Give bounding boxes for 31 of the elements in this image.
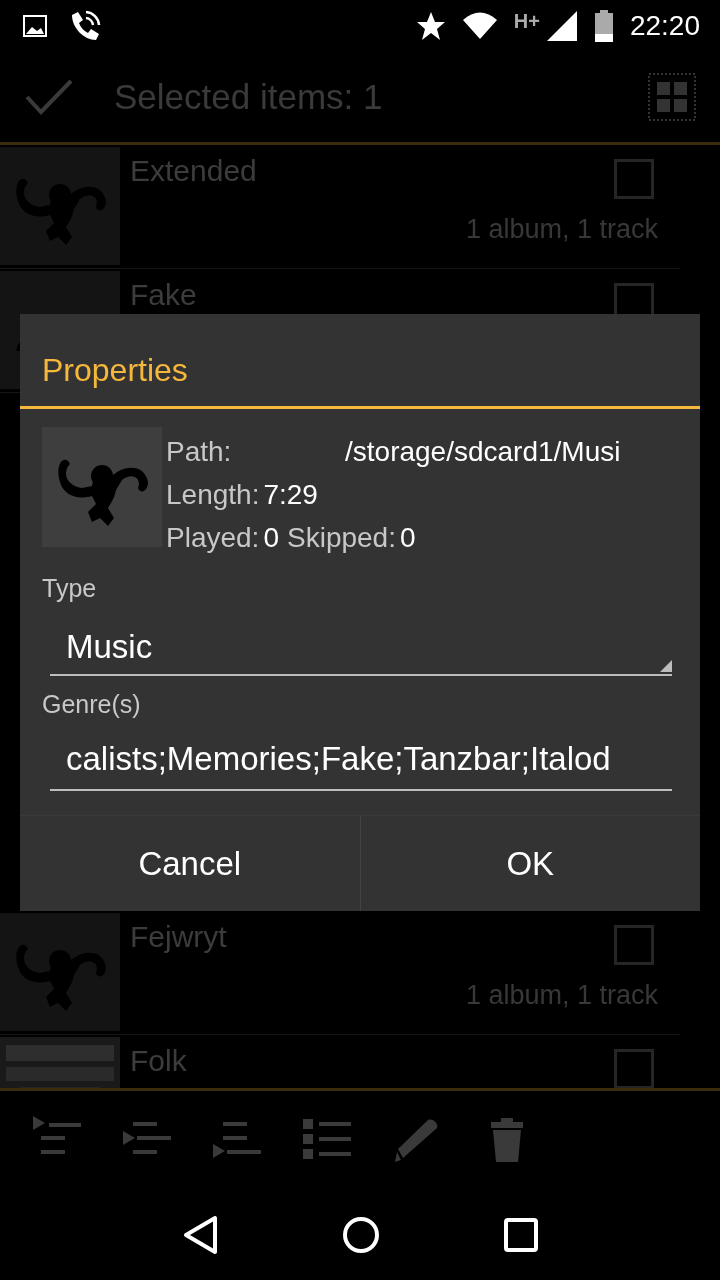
image-icon [22,14,48,38]
screen-title: Selected items: 1 [114,75,384,118]
info-value: /storage/sdcard1/Musi [345,435,621,469]
battery-icon [593,10,614,42]
recents-icon[interactable] [504,1218,538,1252]
network-type-text: H+ [513,9,540,34]
field-label: Genre(s) [42,688,142,720]
list-item-subtitle: 1 album, 1 track [465,213,658,246]
wifi-icon [461,12,498,40]
info-label: Skipped: [287,521,396,555]
check-icon[interactable] [24,77,74,117]
field-label: Type [42,573,98,604]
list-item-subtitle: 1 album, 1 track [465,979,658,1012]
grid-icon[interactable] [648,73,696,121]
info-value: 0 [263,521,279,555]
star-icon [415,11,446,41]
type-dropdown[interactable]: Music [50,613,672,676]
checkbox[interactable] [614,159,654,199]
info-label: Path: [166,435,233,469]
genre-field[interactable]: calists;Memories;Fake;Tanzbar;Italod [50,729,672,791]
dialog-title: Properties [41,351,189,390]
info-value: 7:29 [263,478,318,512]
info-label: Played: [166,521,260,555]
dropdown-corner-icon [660,659,672,672]
home-icon[interactable] [342,1216,380,1254]
clock-text: 22:20 [629,9,700,43]
checkbox[interactable] [614,925,654,965]
back-icon[interactable] [182,1215,218,1255]
info-label: Length: [166,478,260,512]
info-value: 0 [399,521,416,555]
signal-icon [545,10,578,42]
